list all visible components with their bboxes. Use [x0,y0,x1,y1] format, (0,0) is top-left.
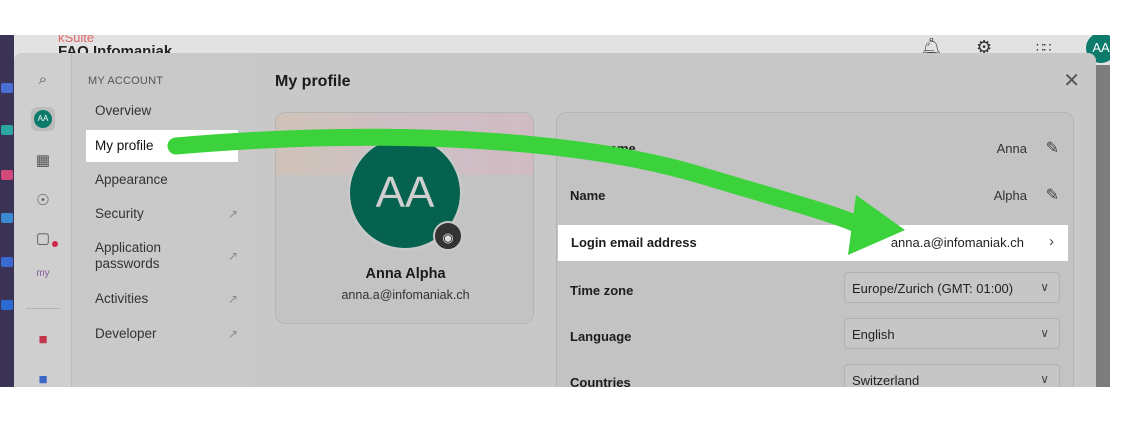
arrow-shaft [167,128,879,239]
arrow-head [848,195,905,255]
annotation-arrow [167,128,905,255]
app-screen: kSuite FAQ Infomaniak 🔔︎ ⚙ ∷∷ AA ⌕ AA ▦ … [0,35,1110,387]
